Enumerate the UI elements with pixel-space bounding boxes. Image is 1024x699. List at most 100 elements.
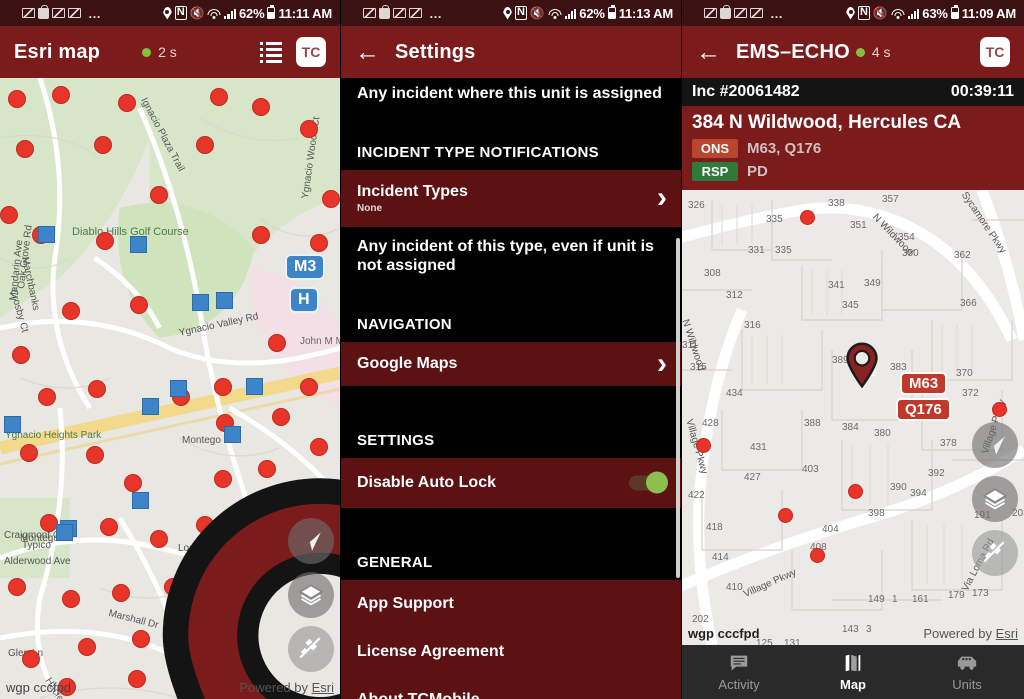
layers-icon[interactable] <box>288 572 334 618</box>
setting-row-incident-types[interactable]: Incident Types None › <box>341 169 681 227</box>
map-marker-square[interactable] <box>38 226 55 243</box>
navigation-arrow-icon[interactable] <box>288 518 334 564</box>
map-unit-marker[interactable] <box>810 548 825 563</box>
map-marker[interactable] <box>252 98 270 116</box>
map-marker[interactable] <box>94 136 112 154</box>
avatar[interactable]: TC <box>980 37 1010 67</box>
signal-icon <box>564 8 577 19</box>
tab-activity[interactable]: Activity <box>682 645 796 699</box>
back-arrow-icon[interactable]: ← <box>355 39 380 65</box>
map-marker-square[interactable] <box>4 416 21 433</box>
map-marker[interactable] <box>100 518 118 536</box>
map-marker-square[interactable] <box>216 292 233 309</box>
map-marker[interactable] <box>8 578 26 596</box>
map-marker[interactable] <box>88 380 106 398</box>
battery-percent: 62% <box>239 5 265 21</box>
map-marker[interactable] <box>130 296 148 314</box>
esri-link[interactable]: Esri <box>312 680 334 695</box>
map-parcel: 1 <box>892 594 898 605</box>
map-marker[interactable] <box>38 388 56 406</box>
scrollbar[interactable] <box>676 238 680 578</box>
esri-map-canvas[interactable]: Diablo Hills Golf Course Ygnacio Heights… <box>0 78 340 699</box>
wifi-icon <box>891 8 905 19</box>
map-marker[interactable] <box>16 140 34 158</box>
map-marker[interactable] <box>300 120 318 138</box>
map-marker[interactable] <box>78 638 96 656</box>
navigation-arrow-icon[interactable] <box>972 422 1018 468</box>
incident-map-canvas[interactable]: 326 338 357 331 335 351 354 335 308 341 … <box>682 190 1024 645</box>
map-marker[interactable] <box>112 584 130 602</box>
chevron-right-icon: › <box>657 181 667 215</box>
attribution-right: Powered by Esri <box>239 679 334 695</box>
setting-row-disable-auto-lock[interactable]: Disable Auto Lock <box>341 457 681 508</box>
map-marker[interactable] <box>118 94 136 112</box>
gps-off-icon[interactable] <box>972 530 1018 576</box>
map-marker[interactable] <box>8 90 26 108</box>
map-badge-m3[interactable]: M3 <box>285 254 326 280</box>
map-parcel: 431 <box>750 442 767 453</box>
responding-units: PD <box>747 163 768 180</box>
map-marker[interactable] <box>62 302 80 320</box>
tab-units[interactable]: Units <box>910 645 1024 699</box>
back-arrow-icon[interactable]: ← <box>696 39 721 65</box>
setting-row-about-tcmobile[interactable]: About TCMobile <box>341 675 681 699</box>
setting-row-app-support[interactable]: App Support <box>341 579 681 628</box>
map-attribution: wgp cccfpd Powered by Esri <box>0 675 340 699</box>
map-parcel: 422 <box>688 490 705 501</box>
map-marker[interactable] <box>132 630 150 648</box>
incident-summary[interactable]: 384 N Wildwood, Hercules CA ONS M63, Q17… <box>682 106 1024 193</box>
map-marker[interactable] <box>20 444 38 462</box>
tab-map[interactable]: Map <box>796 645 910 699</box>
avatar[interactable]: TC <box>296 37 326 67</box>
map-unit-marker[interactable] <box>992 402 1007 417</box>
map-parcel: 427 <box>744 472 761 483</box>
setting-row-google-maps[interactable]: Google Maps › <box>341 341 681 386</box>
map-marker[interactable] <box>322 190 340 208</box>
map-marker-square[interactable] <box>132 492 149 509</box>
map-unit-marker[interactable] <box>696 438 711 453</box>
map-marker[interactable] <box>310 234 328 252</box>
list-view-icon[interactable] <box>260 41 282 63</box>
map-unit-badge-q176[interactable]: Q176 <box>896 398 951 421</box>
map-marker[interactable] <box>52 86 70 104</box>
map-marker-square[interactable] <box>130 236 147 253</box>
map-marker-square[interactable] <box>192 294 209 311</box>
gps-off-icon[interactable] <box>288 626 334 672</box>
map-marker[interactable] <box>22 650 40 668</box>
map-unit-marker[interactable] <box>848 484 863 499</box>
setting-description: Any incident where this unit is assigned <box>341 78 681 122</box>
settings-list[interactable]: Any incident where this unit is assigned… <box>341 78 681 699</box>
map-unit-marker[interactable] <box>800 210 815 225</box>
map-parcel: 418 <box>706 522 723 533</box>
map-marker[interactable] <box>252 226 270 244</box>
setting-label: License Agreement <box>357 642 505 660</box>
map-marker[interactable] <box>196 136 214 154</box>
incident-pin[interactable] <box>845 342 879 388</box>
setting-row-license-agreement[interactable]: License Agreement <box>341 627 681 676</box>
email-icon <box>363 8 376 18</box>
wifi-icon <box>207 8 221 19</box>
map-marker[interactable] <box>96 232 114 250</box>
map-marker[interactable] <box>12 346 30 364</box>
map-unit-badge-m63[interactable]: M63 <box>900 372 948 395</box>
esri-link[interactable]: Esri <box>996 626 1018 641</box>
map-marker[interactable] <box>150 186 168 204</box>
auto-lock-toggle[interactable] <box>629 471 668 494</box>
map-marker[interactable] <box>62 590 80 608</box>
more-notifications-icon: … <box>770 5 784 21</box>
mute-icon: 🔇 <box>529 6 545 20</box>
battery-icon <box>950 5 959 19</box>
layers-icon[interactable] <box>972 476 1018 522</box>
map-parcel: 179 <box>948 590 965 601</box>
status-dot <box>142 47 152 57</box>
map-badge-hospital[interactable]: H <box>289 287 319 313</box>
map-marker-square[interactable] <box>56 524 73 541</box>
three-panel-screenshot: … N 🔇 62% 11:11 AM Esri map 2 s TC Diabl… <box>0 0 1024 699</box>
map-marker[interactable] <box>0 206 18 224</box>
section-header-settings: SETTINGS <box>341 409 681 458</box>
map-marker[interactable] <box>86 446 104 464</box>
map-marker[interactable] <box>268 334 286 352</box>
map-unit-marker[interactable] <box>778 508 793 523</box>
map-marker[interactable] <box>210 88 228 106</box>
map-marker[interactable] <box>124 474 142 492</box>
